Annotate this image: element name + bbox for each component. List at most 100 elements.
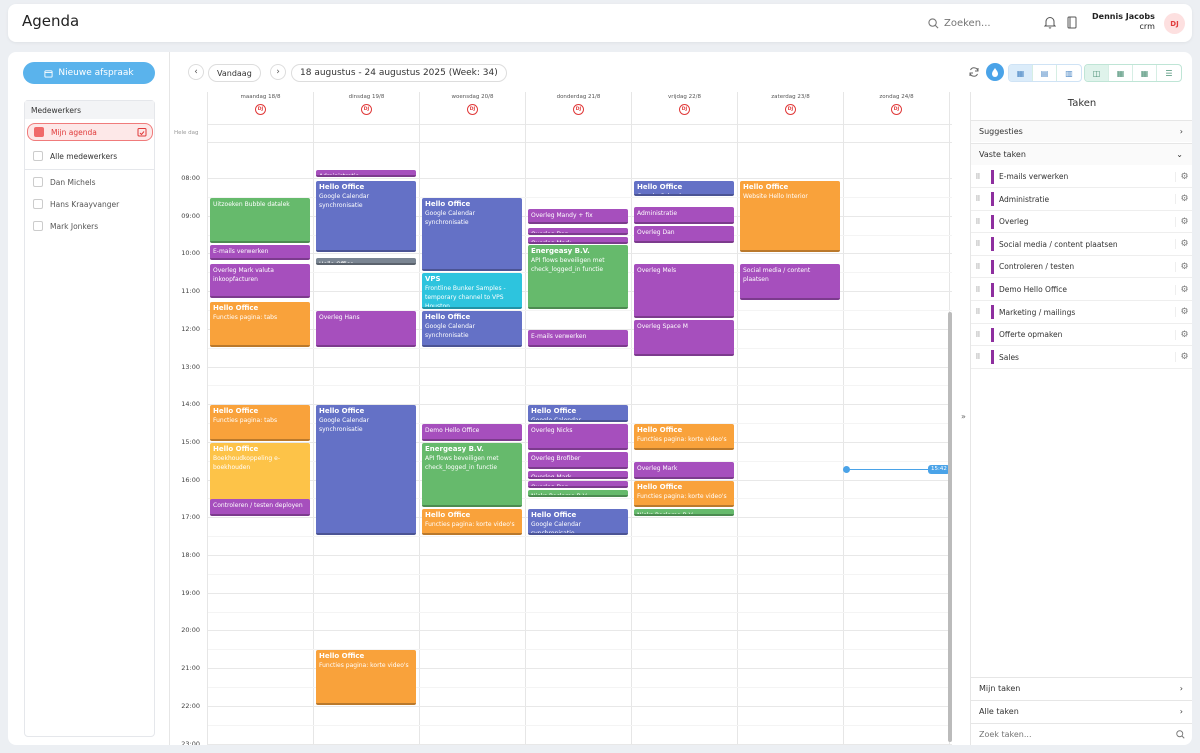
gear-icon[interactable]: ⚙ (1175, 261, 1192, 272)
prev-week-button[interactable]: ‹ (188, 64, 204, 80)
calendar-event[interactable]: Overleg Space M (634, 320, 734, 357)
drag-handle-icon[interactable]: ⠿ (971, 195, 985, 203)
calendar-event[interactable]: Overleg Nicks (528, 424, 628, 451)
calendar-event[interactable]: Overleg Mels (634, 263, 734, 319)
calendar-event[interactable]: Administratie (316, 169, 416, 177)
color-mode-button[interactable] (986, 63, 1004, 81)
task-item[interactable]: ⠿ Social media / content plaatsen ⚙ (971, 234, 1192, 256)
gear-icon[interactable]: ⚙ (1175, 239, 1192, 250)
calendar-event[interactable]: Hello OfficeGoogle Calendar (528, 405, 628, 423)
bell-icon[interactable] (1042, 14, 1058, 30)
checkbox[interactable] (34, 127, 44, 137)
avatar[interactable]: DJ (1164, 13, 1185, 34)
checkbox[interactable] (33, 199, 43, 209)
task-item[interactable]: ⠿ Overleg ⚙ (971, 211, 1192, 234)
day-header[interactable]: vrijdag 22/8 DJ (632, 92, 738, 124)
calendar-event[interactable]: Hello Office Functies pagina: korte video… (422, 508, 522, 536)
section-suggesties[interactable]: Suggesties › (971, 120, 1192, 142)
calendar-event[interactable]: Hello Office Functies pagina: korte video… (634, 480, 734, 507)
calendar-event[interactable]: Overleg Mark valuta inkoopfacturen (210, 263, 310, 298)
view-week-button[interactable]: ▦ (1009, 65, 1033, 81)
layout-split-button[interactable]: ◫ (1085, 65, 1109, 81)
sidebar-item-all-employees[interactable]: Alle medewerkers (27, 147, 153, 165)
calendar-event[interactable]: E-mails verwerken (210, 244, 310, 260)
gear-icon[interactable]: ⚙ (1175, 329, 1192, 340)
sidebar-item-my-agenda[interactable]: Mijn agenda (27, 123, 153, 141)
calendar-event[interactable]: Nicks Reclame B.V. (634, 508, 734, 517)
day-header[interactable]: zaterdag 23/8 DJ (738, 92, 844, 124)
calendar-event[interactable]: Overleg Dan (634, 226, 734, 243)
calendar-event[interactable]: Hello Office Boekhoudkoppeling e-boekhoud… (210, 442, 310, 507)
calendar-event[interactable]: Hello Office Google Calendar synchronisat… (422, 310, 522, 347)
gear-icon[interactable]: ⚙ (1175, 307, 1192, 318)
calendar-event[interactable]: Hello Office (316, 258, 416, 266)
calendar-event[interactable]: Overleg Mark (528, 237, 628, 245)
drag-handle-icon[interactable]: ⠿ (971, 240, 985, 248)
gear-icon[interactable]: ⚙ (1175, 284, 1192, 295)
sidebar-item-hans-kraayvanger[interactable]: Hans Kraayvanger (27, 195, 153, 213)
calendar-event[interactable]: Hello Office Functies pagina: korte video… (316, 650, 416, 705)
today-button[interactable]: Vandaag (208, 64, 261, 82)
task-item[interactable]: ⠿ Marketing / mailings ⚙ (971, 302, 1192, 324)
checkbox[interactable] (33, 151, 43, 161)
drag-handle-icon[interactable]: ⠿ (971, 263, 985, 271)
calendar-event[interactable]: Overleg Mark (528, 471, 628, 479)
gear-icon[interactable]: ⚙ (1175, 216, 1192, 227)
calendar-event[interactable]: Nicks Reclame B.V. (528, 490, 628, 498)
drag-handle-icon[interactable]: ⠿ (971, 331, 985, 339)
day-header[interactable]: zondag 24/8 DJ (844, 92, 950, 124)
task-search-input[interactable] (979, 730, 1080, 739)
search-box[interactable] (928, 15, 1024, 31)
sidebar-item-mark-jonkers[interactable]: Mark Jonkers (27, 217, 153, 235)
calendar-event[interactable]: Hello Office Google Calendar synchronisat… (528, 508, 628, 536)
task-item[interactable]: ⠿ Demo Hello Office ⚙ (971, 279, 1192, 301)
day-header[interactable]: woensdag 20/8 DJ (420, 92, 526, 124)
layout-table-button[interactable]: ▦ (1133, 65, 1157, 81)
scrollbar[interactable] (948, 312, 952, 742)
refresh-icon[interactable] (966, 64, 982, 80)
drag-handle-icon[interactable]: ⠿ (971, 218, 985, 226)
address-book-icon[interactable] (1064, 14, 1080, 30)
calendar-event[interactable]: E-mails verwerken (528, 329, 628, 347)
view-day-button[interactable]: ▤ (1033, 65, 1057, 81)
gear-icon[interactable]: ⚙ (1175, 194, 1192, 205)
calendar-event[interactable]: Hello Office Functies pagina: tabs (210, 405, 310, 441)
search-input[interactable] (944, 17, 1024, 29)
checkbox[interactable] (33, 177, 43, 187)
drag-handle-icon[interactable]: ⠿ (971, 173, 985, 181)
calendar-event[interactable]: Administratie (634, 207, 734, 225)
layout-list-button[interactable]: ☰ (1157, 65, 1181, 81)
calendar-event[interactable]: Overleg Hans (316, 310, 416, 347)
calendar-event[interactable]: Hello Office Functies pagina: korte video… (634, 424, 734, 451)
calendar-event[interactable]: Overleg Mandy + fix (528, 209, 628, 225)
calendar-event[interactable]: Overleg Dan (528, 228, 628, 235)
calendar-event[interactable]: Social media / content plaatsen (740, 263, 840, 300)
calendar-event[interactable]: Hello Office Google Calendar synchronisat… (422, 197, 522, 272)
day-header[interactable]: donderdag 21/8 DJ (526, 92, 632, 124)
collapse-icon[interactable]: » (961, 412, 966, 421)
task-search[interactable] (971, 723, 1192, 745)
task-item[interactable]: ⠿ Controleren / testen ⚙ (971, 256, 1192, 279)
drag-handle-icon[interactable]: ⠿ (971, 286, 985, 294)
task-item[interactable]: ⠿ Sales ⚙ (971, 347, 1192, 369)
day-header[interactable]: maandag 18/8 DJ (208, 92, 314, 124)
calendar-event[interactable]: Energeasy B.V. API flows beveiligen met c… (528, 244, 628, 309)
task-item[interactable]: ⠿ Offerte opmaken ⚙ (971, 324, 1192, 347)
sidebar-item-dan-michels[interactable]: Dan Michels (27, 173, 153, 191)
new-appointment-button[interactable]: Nieuwe afspraak (23, 62, 155, 84)
calendar-event[interactable]: Hello Office Google Calendar synchronisat… (316, 180, 416, 253)
user-info[interactable]: Dennis Jacobs crm (1092, 12, 1155, 32)
view-list-button[interactable]: ▥ (1057, 65, 1081, 81)
calendar-event[interactable]: Controleren / testen deployen (210, 499, 310, 517)
date-range[interactable]: 18 augustus - 24 augustus 2025 (Week: 34… (291, 64, 507, 82)
calendar-event[interactable]: Overleg Mark (634, 461, 734, 479)
task-item[interactable]: ⠿ Administratie ⚙ (971, 189, 1192, 211)
day-header[interactable]: dinsdag 19/8 DJ (314, 92, 420, 124)
drag-handle-icon[interactable]: ⠿ (971, 308, 985, 316)
gear-icon[interactable]: ⚙ (1175, 171, 1192, 182)
calendar-event[interactable]: Overleg Brofiber (528, 452, 628, 470)
calendar-event[interactable]: Hello OfficeGoogle Calendar (634, 180, 734, 196)
section-mijn-taken[interactable]: Mijn taken › (971, 677, 1192, 699)
section-vaste-taken[interactable]: Vaste taken ⌄ (971, 143, 1192, 165)
calendar-event[interactable]: Energeasy B.V. API flows beveiligen met c… (422, 442, 522, 507)
